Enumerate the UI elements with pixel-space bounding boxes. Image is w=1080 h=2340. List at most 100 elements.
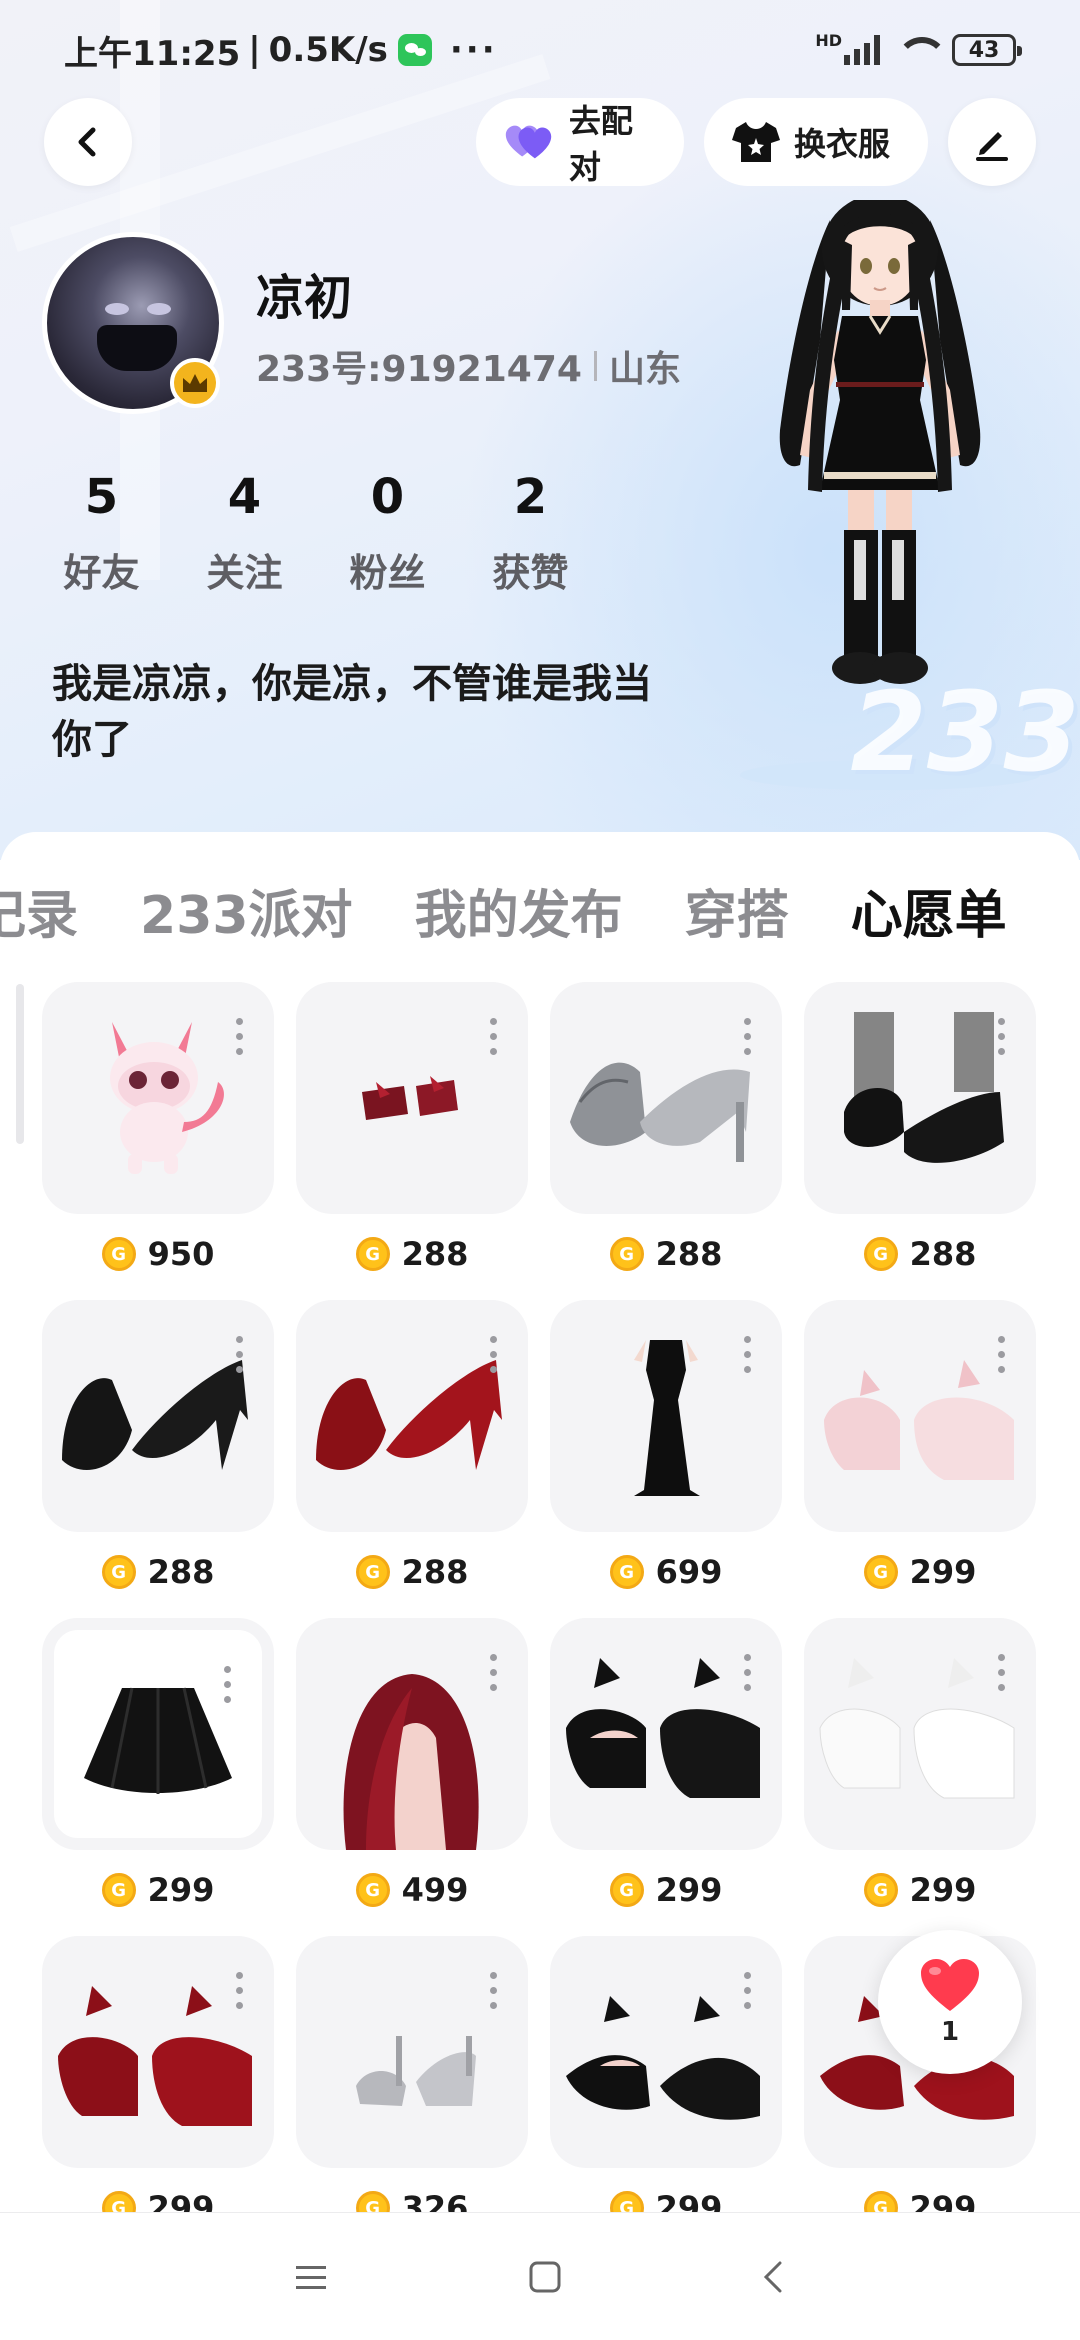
wishlist-item[interactable]: G 699 (550, 1300, 782, 1608)
tab-my-posts[interactable]: 我的发布 (415, 873, 623, 948)
item-price: G 299 (804, 1854, 1036, 1926)
divider (593, 351, 597, 381)
price-value: 299 (909, 1871, 977, 1909)
back-nav-icon[interactable] (762, 2260, 786, 2294)
more-options-icon[interactable] (490, 1018, 498, 1055)
red-platform-heels-image (362, 1076, 458, 1120)
stat-likes[interactable]: 2 获赞 (459, 468, 602, 597)
wishlist-item[interactable]: G 288 (804, 982, 1036, 1290)
item-price: G 499 (296, 1854, 528, 1926)
coin-icon: G (101, 1555, 136, 1589)
tab-outfits[interactable]: 穿搭 (685, 873, 789, 948)
home-icon[interactable] (528, 2260, 562, 2294)
avatar[interactable] (42, 232, 224, 414)
battery-icon: 43 (952, 34, 1022, 66)
pink-fox-pet-image (110, 1022, 224, 1174)
wishlist-item[interactable]: G 299 (550, 1936, 782, 2244)
match-label: 去配对 (568, 102, 633, 186)
wishlist-item[interactable]: G 299 (804, 1300, 1036, 1608)
profile-tabs: 记录 233派对 我的发布 穿搭 心愿单 (0, 860, 1080, 960)
wishlist-item[interactable]: G 288 (296, 1300, 528, 1608)
wishlist-item[interactable]: G 499 (296, 1618, 528, 1926)
stat-label: 粉丝 (349, 551, 426, 595)
more-options-icon[interactable] (744, 1018, 752, 1055)
wishlist-item[interactable]: G 299 (42, 1618, 274, 1926)
wishlist-item[interactable]: G 288 (42, 1300, 274, 1608)
nickname: 凉初 (256, 270, 353, 326)
wifi-icon (896, 35, 948, 65)
coin-icon: G (355, 1555, 390, 1589)
like-floating-button[interactable]: 1 (878, 1930, 1022, 2074)
wishlist-item[interactable]: G 299 (804, 1618, 1036, 1926)
more-options-icon[interactable] (998, 1654, 1006, 1691)
more-options-icon[interactable] (490, 1972, 498, 2009)
change-clothes-label: 换衣服 (794, 125, 891, 163)
stat-label: 获赞 (492, 551, 569, 595)
more-options-icon[interactable] (998, 1336, 1006, 1373)
tab-record[interactable]: 记录 (0, 873, 78, 948)
stat-label: 关注 (206, 551, 283, 595)
user-id: 233号:91921474 (256, 349, 582, 390)
tab-wishlist[interactable]: 心愿单 (851, 873, 1007, 948)
wishlist-item[interactable]: G 950 (42, 982, 274, 1290)
signal-icon (844, 35, 880, 65)
profile-bio: 我是凉凉，你是凉，不管谁是我当 你了 (52, 656, 752, 768)
wishlist-item[interactable]: G 299 (550, 1618, 782, 1926)
tab-party[interactable]: 233派对 (140, 873, 353, 948)
stat-friends[interactable]: 5 好友 (30, 468, 173, 597)
wechat-icon (397, 34, 432, 66)
wishlist-item[interactable]: G 288 (296, 982, 528, 1290)
avatar-character[interactable] (750, 200, 1010, 780)
price-value: 299 (147, 1871, 215, 1909)
item-price: G 299 (42, 1854, 274, 1926)
back-button[interactable] (44, 98, 132, 186)
pen-icon (976, 132, 1008, 161)
coin-icon: G (101, 1237, 136, 1271)
black-pumps-image (844, 1012, 1004, 1163)
menu-icon[interactable] (294, 2262, 328, 2292)
more-options-icon[interactable] (744, 1654, 752, 1691)
more-options-icon[interactable] (744, 1336, 752, 1373)
coin-icon: G (863, 1237, 898, 1271)
status-bar: 上午11:25 | 0.5K/s ··· HD 43 (0, 0, 1080, 100)
black-patent-pumps-image (62, 1360, 248, 1470)
price-value: 288 (909, 1235, 977, 1273)
edit-profile-button[interactable] (948, 98, 1036, 186)
item-price: G 288 (804, 1218, 1036, 1290)
wishlist-item[interactable]: G 299 (42, 1936, 274, 2244)
price-value: 699 (655, 1553, 723, 1591)
red-long-hair-image (343, 1674, 479, 1850)
coin-icon: G (609, 1555, 644, 1589)
stat-label: 好友 (63, 551, 140, 595)
more-options-icon[interactable] (490, 1336, 498, 1373)
price-value: 950 (147, 1235, 215, 1273)
more-options-icon[interactable] (224, 1666, 232, 1703)
match-button[interactable]: 去配对 (476, 98, 684, 186)
pink-bow-platforms-image (824, 1360, 1014, 1480)
item-price: G 299 (550, 1854, 782, 1926)
price-value: 288 (655, 1235, 723, 1273)
coin-icon: G (609, 1237, 644, 1271)
red-patent-pumps-image (316, 1360, 502, 1470)
stat-number: 0 (370, 469, 405, 525)
more-options-icon[interactable] (490, 1654, 498, 1691)
more-options-icon[interactable] (744, 1972, 752, 2009)
wishlist-item[interactable]: G 326 (296, 1936, 528, 2244)
stat-fans[interactable]: 0 粉丝 (316, 468, 459, 597)
crown-icon (170, 358, 220, 408)
battery-level: 43 (968, 37, 1000, 63)
double-heart-icon (505, 125, 552, 159)
black-evening-gown-image (634, 1340, 700, 1496)
more-options-icon[interactable] (236, 1018, 244, 1055)
white-bow-platforms-image (819, 1658, 1015, 1799)
stat-number: 2 (513, 469, 548, 525)
system-navigation-bar (0, 2212, 1080, 2340)
change-clothes-button[interactable]: 换衣服 (704, 98, 928, 186)
red-bow-platforms-image (58, 1986, 252, 2126)
wishlist-item[interactable]: G 288 (550, 982, 782, 1290)
like-count: 1 (940, 2017, 960, 2047)
stat-following[interactable]: 4 关注 (173, 468, 316, 597)
more-options-icon[interactable] (236, 1336, 244, 1373)
more-options-icon[interactable] (236, 1972, 244, 2009)
more-options-icon[interactable] (998, 1018, 1006, 1055)
